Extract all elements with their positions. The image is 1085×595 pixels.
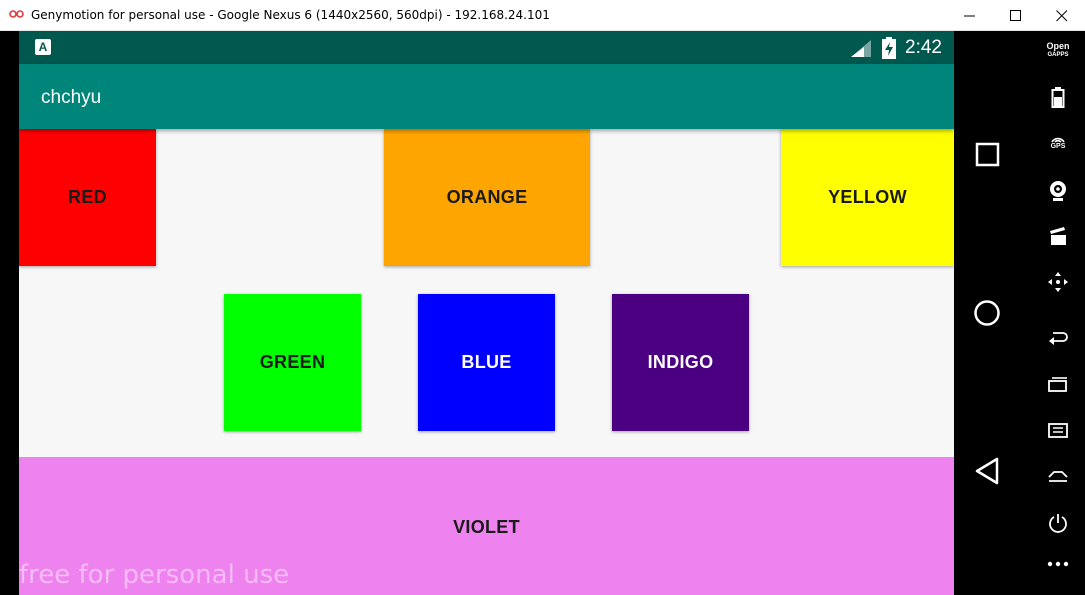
device-screen: A 2:42 chchyu RED ORANGE YELLOW GREEN BL… bbox=[19, 31, 954, 595]
watermark-text: free for personal use bbox=[19, 560, 290, 590]
battery-charging-icon bbox=[882, 37, 896, 59]
genymotion-logo-icon bbox=[9, 10, 24, 18]
back-arrow-icon bbox=[1049, 332, 1068, 345]
gps-label: GPS bbox=[1050, 143, 1066, 150]
recent-apps-button[interactable] bbox=[970, 138, 1004, 172]
minimize-button[interactable] bbox=[947, 0, 993, 30]
window-titlebar: Genymotion for personal use - Google Nex… bbox=[0, 0, 1085, 31]
triangle-back-icon bbox=[975, 457, 999, 485]
home-button[interactable] bbox=[970, 296, 1004, 330]
blue-box[interactable]: BLUE bbox=[418, 294, 555, 431]
recent-apps-icon bbox=[1048, 377, 1067, 392]
menu-tool-button[interactable] bbox=[1040, 421, 1076, 451]
move-button[interactable] bbox=[1040, 271, 1076, 301]
minimize-icon bbox=[964, 15, 975, 17]
webcam-icon bbox=[1050, 181, 1066, 201]
status-bar: A 2:42 bbox=[19, 31, 954, 64]
gps-button[interactable]: GPS bbox=[1040, 133, 1076, 163]
battery-icon bbox=[1051, 87, 1065, 108]
battery-button[interactable] bbox=[1040, 85, 1076, 115]
screencast-button[interactable] bbox=[1040, 226, 1076, 256]
maximize-icon bbox=[1010, 10, 1021, 21]
home-icon bbox=[1048, 471, 1068, 482]
gps-signal-icon bbox=[1051, 137, 1065, 143]
indigo-box[interactable]: INDIGO bbox=[612, 294, 749, 431]
status-clock: 2:42 bbox=[905, 37, 942, 58]
menu-icon bbox=[1048, 423, 1068, 438]
close-button[interactable] bbox=[1039, 0, 1085, 30]
yellow-box[interactable]: YELLOW bbox=[781, 129, 954, 266]
clapperboard-icon bbox=[1050, 227, 1066, 245]
green-box-label: GREEN bbox=[259, 352, 326, 372]
more-options-button[interactable] bbox=[1040, 559, 1076, 589]
red-box-label: RED bbox=[68, 187, 107, 207]
orange-box[interactable]: ORANGE bbox=[384, 129, 590, 266]
gapps-label: GAPPS bbox=[1047, 52, 1069, 58]
back-tool-button[interactable] bbox=[1040, 329, 1076, 359]
back-button[interactable] bbox=[970, 454, 1004, 488]
signal-icon bbox=[851, 40, 871, 57]
open-gapps-button[interactable]: Open GAPPS bbox=[1040, 42, 1076, 66]
close-icon bbox=[1056, 10, 1068, 22]
maximize-button[interactable] bbox=[993, 0, 1039, 30]
app-bar: chchyu bbox=[19, 64, 954, 129]
blue-box-label: BLUE bbox=[461, 352, 512, 372]
violet-box-label: VIOLET bbox=[453, 516, 520, 537]
yellow-box-label: YELLOW bbox=[828, 187, 907, 207]
power-button[interactable] bbox=[1040, 512, 1076, 542]
more-dots-icon bbox=[1047, 561, 1069, 567]
app-title: chchyu bbox=[41, 87, 102, 108]
home-tool-button[interactable] bbox=[1040, 467, 1076, 497]
open-gapps-label: Open bbox=[1046, 41, 1070, 51]
red-box[interactable]: RED bbox=[19, 129, 156, 266]
indigo-box-label: INDIGO bbox=[647, 352, 714, 372]
recent-apps-tool-button[interactable] bbox=[1040, 375, 1076, 405]
window-title: Genymotion for personal use - Google Nex… bbox=[31, 8, 550, 22]
move-arrows-icon bbox=[1048, 272, 1068, 292]
green-box[interactable]: GREEN bbox=[224, 294, 361, 431]
notification-icon: A bbox=[35, 39, 51, 55]
webcam-button[interactable] bbox=[1040, 180, 1076, 210]
circle-icon bbox=[974, 300, 1000, 326]
square-icon bbox=[975, 142, 1000, 167]
power-icon bbox=[1049, 514, 1067, 533]
orange-box-label: ORANGE bbox=[446, 187, 528, 207]
